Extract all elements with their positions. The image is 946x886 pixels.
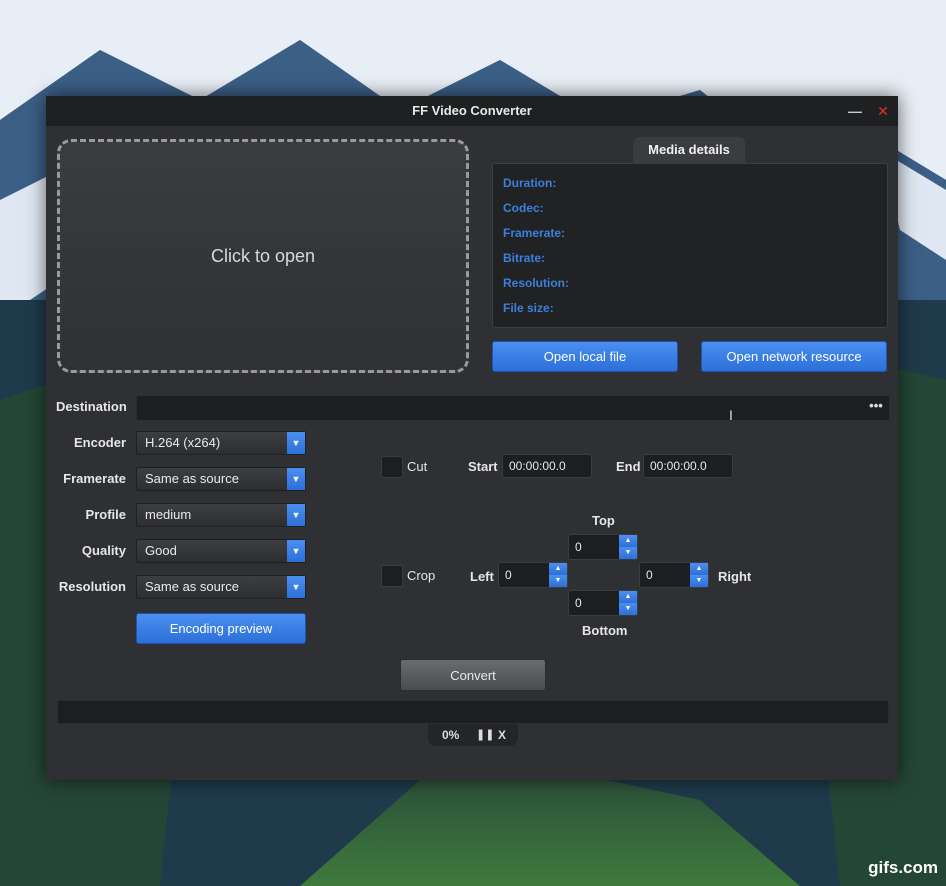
minimize-icon[interactable]: — <box>842 96 868 126</box>
close-icon[interactable]: ✕ <box>870 96 896 126</box>
encoding-preview-button[interactable]: Encoding preview <box>136 613 306 644</box>
crop-left-value: 0 <box>505 568 512 582</box>
spin-down-icon[interactable]: ▼ <box>619 547 637 559</box>
framerate-label: Framerate <box>63 471 126 486</box>
end-time-value: 00:00:00.0 <box>650 459 707 473</box>
crop-label: Crop <box>407 568 436 583</box>
watermark: gifs.com <box>868 858 938 877</box>
encoder-value: H.264 (x264) <box>145 435 221 450</box>
profile-value: medium <box>145 507 192 522</box>
cancel-button[interactable]: X <box>498 728 506 742</box>
bitrate-label: Bitrate: <box>503 251 546 265</box>
start-time-value: 00:00:00.0 <box>509 459 566 473</box>
window-title: FF Video Converter <box>412 103 532 118</box>
quality-select[interactable]: Good ▼ <box>136 539 306 563</box>
dropzone-label: Click to open <box>210 245 316 266</box>
framerate-select[interactable]: Same as source ▼ <box>136 467 306 491</box>
progress-controls: 0% ❚❚ X <box>428 724 518 746</box>
crop-right-value: 0 <box>646 568 653 582</box>
cut-checkbox[interactable] <box>381 456 403 478</box>
framerate-detail-label: Framerate: <box>503 226 566 240</box>
end-time-input[interactable]: 00:00:00.0 <box>643 454 733 478</box>
resolution-select[interactable]: Same as source ▼ <box>136 575 306 599</box>
chevron-down-icon: ▼ <box>287 432 305 454</box>
cut-label: Cut <box>407 459 428 474</box>
browse-destination-button[interactable]: ••• <box>866 395 886 419</box>
profile-select[interactable]: medium ▼ <box>136 503 306 527</box>
framerate-value: Same as source <box>145 471 239 486</box>
resolution-detail-label: Resolution: <box>503 276 569 290</box>
duration-label: Duration: <box>503 176 557 190</box>
profile-label: Profile <box>85 507 126 522</box>
chevron-down-icon: ▼ <box>287 504 305 526</box>
start-time-input[interactable]: 00:00:00.0 <box>502 454 592 478</box>
crop-checkbox[interactable] <box>381 565 403 587</box>
codec-label: Codec: <box>503 201 544 215</box>
text-cursor-icon: I <box>729 407 733 423</box>
progress-percent: 0% <box>442 728 460 742</box>
encoder-select[interactable]: H.264 (x264) ▼ <box>136 431 306 455</box>
resolution-value: Same as source <box>145 579 239 594</box>
crop-bottom-label: Bottom <box>582 623 628 638</box>
crop-right-spinbox[interactable]: 0 ▲ ▼ <box>639 562 709 588</box>
open-network-resource-button[interactable]: Open network resource <box>701 341 887 372</box>
destination-field[interactable] <box>136 395 890 421</box>
resolution-label: Resolution <box>58 579 126 594</box>
title-bar: FF Video Converter — ✕ <box>46 96 898 126</box>
crop-left-label: Left <box>470 569 494 584</box>
open-local-file-button[interactable]: Open local file <box>492 341 678 372</box>
convert-button[interactable]: Convert <box>400 659 546 691</box>
media-details-panel: Duration: Codec: Framerate: Bitrate: Res… <box>492 163 888 328</box>
file-size-label: File size: <box>503 301 554 315</box>
chevron-down-icon: ▼ <box>287 468 305 490</box>
pause-icon[interactable]: ❚❚ <box>476 728 494 741</box>
chevron-down-icon: ▼ <box>287 540 305 562</box>
spin-down-icon[interactable]: ▼ <box>549 575 567 587</box>
crop-bottom-spinbox[interactable]: 0 ▲ ▼ <box>568 590 638 616</box>
crop-bottom-value: 0 <box>575 596 582 610</box>
open-file-dropzone[interactable]: Click to open <box>57 139 469 373</box>
crop-top-spinbox[interactable]: 0 ▲ ▼ <box>568 534 638 560</box>
end-label: End <box>616 459 641 474</box>
app-window: FF Video Converter — ✕ Click to open Med… <box>46 96 898 780</box>
progress-bar <box>57 700 889 724</box>
quality-value: Good <box>145 543 177 558</box>
media-details-tab: Media details <box>633 137 745 163</box>
spin-down-icon[interactable]: ▼ <box>619 603 637 615</box>
crop-right-label: Right <box>718 569 752 584</box>
spin-down-icon[interactable]: ▼ <box>690 575 708 587</box>
crop-left-spinbox[interactable]: 0 ▲ ▼ <box>498 562 568 588</box>
encoder-label: Encoder <box>73 435 126 450</box>
quality-label: Quality <box>81 543 126 558</box>
destination-label: Destination <box>56 399 127 414</box>
chevron-down-icon: ▼ <box>287 576 305 598</box>
start-label: Start <box>468 459 498 474</box>
crop-top-value: 0 <box>575 540 582 554</box>
crop-top-label: Top <box>592 513 615 528</box>
